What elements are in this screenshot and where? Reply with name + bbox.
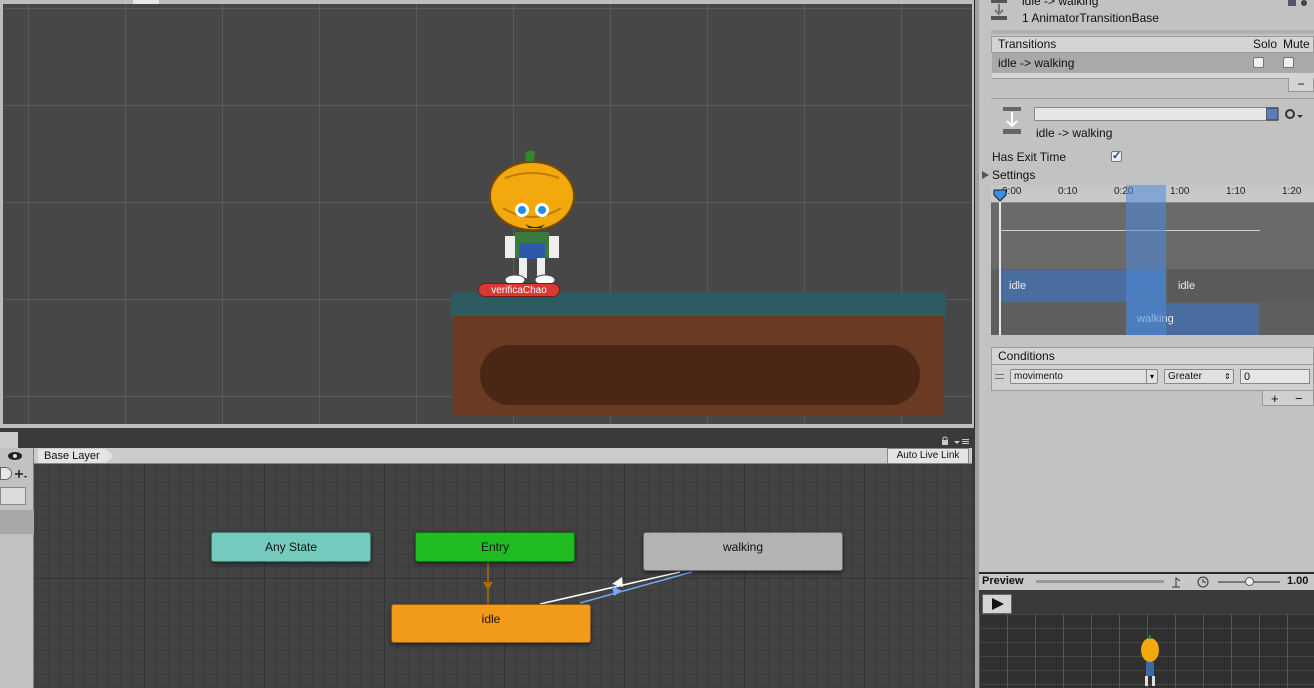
eye-icon[interactable] xyxy=(7,450,23,462)
settings-gear-icon[interactable] xyxy=(1287,0,1311,8)
transitions-list-footer xyxy=(992,73,1314,79)
state-entry[interactable]: Entry xyxy=(415,532,575,562)
lock-icon[interactable] xyxy=(940,436,970,446)
inspector-title: idle -> walking xyxy=(1022,0,1099,8)
scene-view[interactable]: verificaChao xyxy=(0,0,975,428)
transition-icon xyxy=(991,0,1007,20)
condition-value-field[interactable]: 0 xyxy=(1240,369,1310,384)
state-any-state[interactable]: Any State xyxy=(211,532,371,562)
open-settings-icon[interactable] xyxy=(1266,107,1308,121)
playhead-marker-icon[interactable] xyxy=(993,189,1007,203)
play-button[interactable] xyxy=(982,594,1012,614)
state-idle[interactable]: idle xyxy=(391,604,591,643)
conditions-label: Conditions xyxy=(998,349,1055,363)
animator-tab[interactable] xyxy=(0,432,18,448)
divider xyxy=(991,30,1314,34)
solo-column-label: Solo xyxy=(1253,37,1278,51)
timeline-playhead[interactable] xyxy=(999,194,1001,335)
preview-label: Preview xyxy=(982,575,1024,587)
has-exit-time-label: Has Exit Time xyxy=(992,150,1067,164)
remove-transition-button[interactable]: − xyxy=(1288,78,1314,92)
solo-checkbox[interactable] xyxy=(1253,57,1264,68)
parameter-row[interactable] xyxy=(0,510,34,534)
timeline-tick: 1:20 xyxy=(1282,186,1302,197)
preview-toolbar xyxy=(979,590,1314,614)
pumpkin-character-sprite[interactable] xyxy=(485,148,580,288)
add-parameter-icon[interactable] xyxy=(14,468,28,480)
condition-parameter-dropdown[interactable]: movimento xyxy=(1010,369,1158,384)
settings-foldout-label[interactable]: Settings xyxy=(992,168,1035,182)
platform-dirt-shade xyxy=(480,345,920,405)
preview-character-sprite xyxy=(1141,635,1159,686)
transition-row-label: idle -> walking xyxy=(998,56,1075,70)
inspector-subtitle: 1 AnimatorTransitionBase xyxy=(1022,11,1159,25)
chevron-down-icon[interactable]: ▾ xyxy=(1146,370,1157,383)
transition-name-label: idle -> walking xyxy=(1036,126,1113,140)
timeline-source-state-repeat-bar[interactable]: idle xyxy=(1168,270,1314,302)
walking-to-idle-arrowhead xyxy=(612,577,623,587)
transition-icon-large xyxy=(1003,107,1021,134)
mute-checkbox[interactable] xyxy=(1283,57,1294,68)
timeline-tick: 1:00 xyxy=(1170,186,1190,197)
transition-arrows[interactable] xyxy=(34,464,972,688)
animator-tabbar xyxy=(0,428,975,448)
preview-speed-slider-thumb[interactable] xyxy=(1245,577,1254,586)
character-name-label: verificaChao xyxy=(478,283,560,297)
idle-to-walking-transition xyxy=(579,571,693,604)
chevron-updown-icon[interactable]: ⇕ xyxy=(1222,370,1233,383)
conditions-footer xyxy=(1262,391,1314,406)
breadcrumb[interactable]: Base Layer xyxy=(38,449,114,463)
add-condition-button[interactable]: + xyxy=(1271,391,1279,406)
has-exit-time-checkbox[interactable] xyxy=(1111,149,1122,162)
timeline-tick: 0:10 xyxy=(1058,186,1078,197)
breadcrumb-bar xyxy=(34,448,972,464)
preview-drag-bar[interactable] xyxy=(1036,580,1164,583)
transition-name-field[interactable] xyxy=(1034,107,1278,121)
state-walking[interactable]: walking xyxy=(643,532,843,571)
timeline-tick: 1:10 xyxy=(1226,186,1246,197)
scene-frame-left xyxy=(0,0,3,428)
remove-condition-button[interactable]: − xyxy=(1295,391,1303,406)
foldout-arrow-icon[interactable] xyxy=(981,170,990,180)
auto-live-link-button[interactable]: Auto Live Link xyxy=(887,448,969,464)
entry-transition-arrowhead xyxy=(483,582,493,590)
drag-handle-icon[interactable] xyxy=(995,373,1005,381)
preview-speed-value: 1.00 xyxy=(1287,575,1309,587)
transition-overlap-region[interactable] xyxy=(1126,185,1166,335)
transitions-label: Transitions xyxy=(998,37,1057,51)
walking-to-idle-transition xyxy=(539,571,681,605)
parameters-sidebar xyxy=(0,448,34,688)
mute-column-label: Mute xyxy=(1283,37,1310,51)
scene-toolbar-tab[interactable] xyxy=(133,0,159,4)
play-icon xyxy=(992,598,1004,610)
parameter-field[interactable] xyxy=(0,487,26,505)
pivot-speed-icons[interactable] xyxy=(1170,575,1220,589)
